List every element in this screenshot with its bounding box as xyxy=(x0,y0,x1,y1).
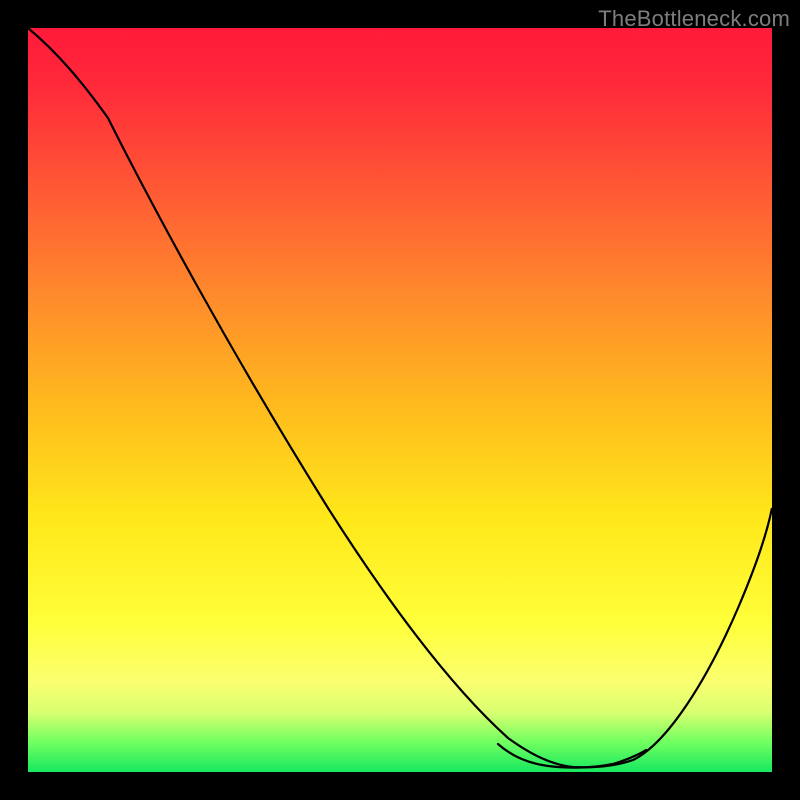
curve-path xyxy=(28,28,772,767)
watermark-text: TheBottleneck.com xyxy=(598,6,790,32)
bottleneck-curve xyxy=(28,28,772,772)
chart-frame: TheBottleneck.com xyxy=(0,0,800,800)
